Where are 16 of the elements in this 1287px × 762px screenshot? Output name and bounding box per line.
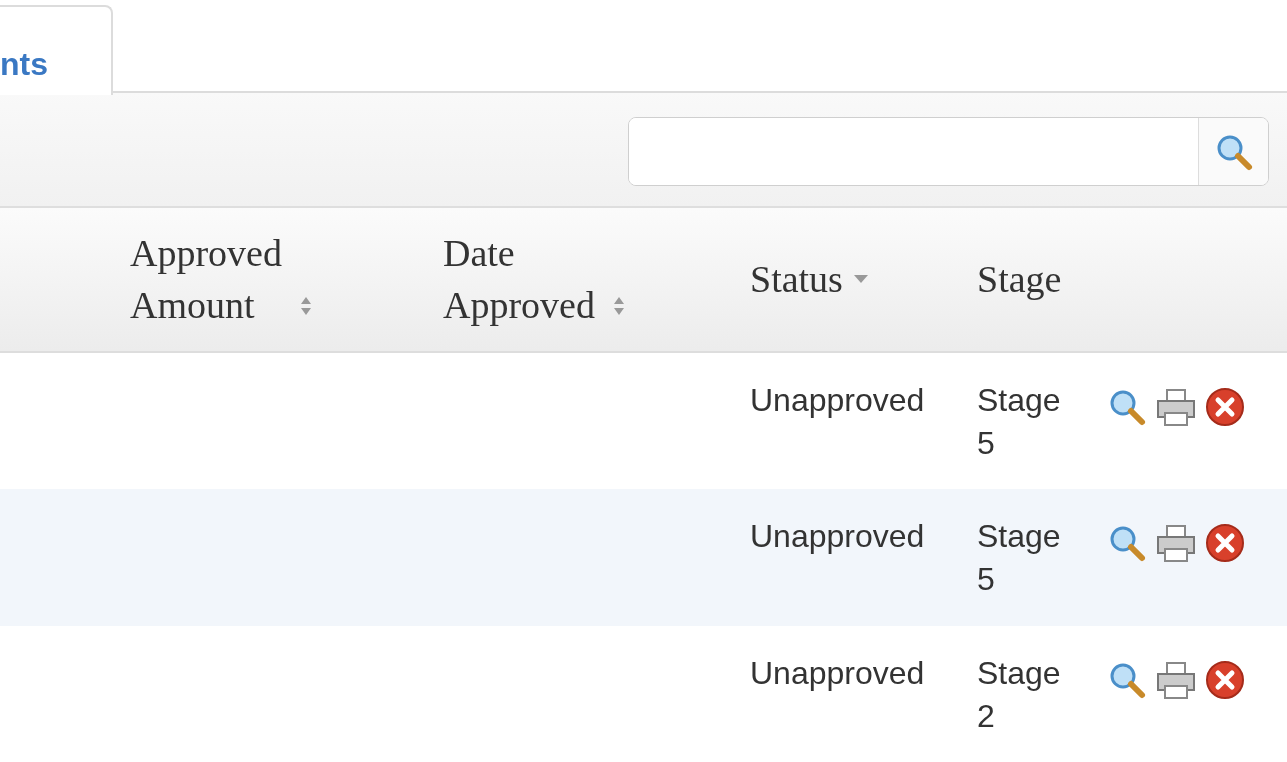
- printer-icon[interactable]: [1155, 387, 1197, 427]
- stage-text: Stage 2: [977, 654, 1062, 737]
- stage-text: Stage 5: [977, 381, 1062, 464]
- delete-icon[interactable]: [1205, 523, 1245, 563]
- status-text: Unapproved: [750, 655, 925, 691]
- status-text: Unapproved: [750, 382, 925, 418]
- sort-down-icon[interactable]: [852, 274, 869, 285]
- printer-icon[interactable]: [1155, 660, 1197, 700]
- printer-icon[interactable]: [1155, 523, 1197, 563]
- column-header[interactable]: Status: [750, 253, 843, 306]
- delete-icon[interactable]: [1205, 387, 1245, 427]
- search-button[interactable]: [1198, 118, 1268, 185]
- tab[interactable]: nts: [0, 5, 113, 95]
- stage-text: Stage 5: [977, 517, 1062, 600]
- status-text: Unapproved: [750, 518, 925, 554]
- delete-icon[interactable]: [1205, 660, 1245, 700]
